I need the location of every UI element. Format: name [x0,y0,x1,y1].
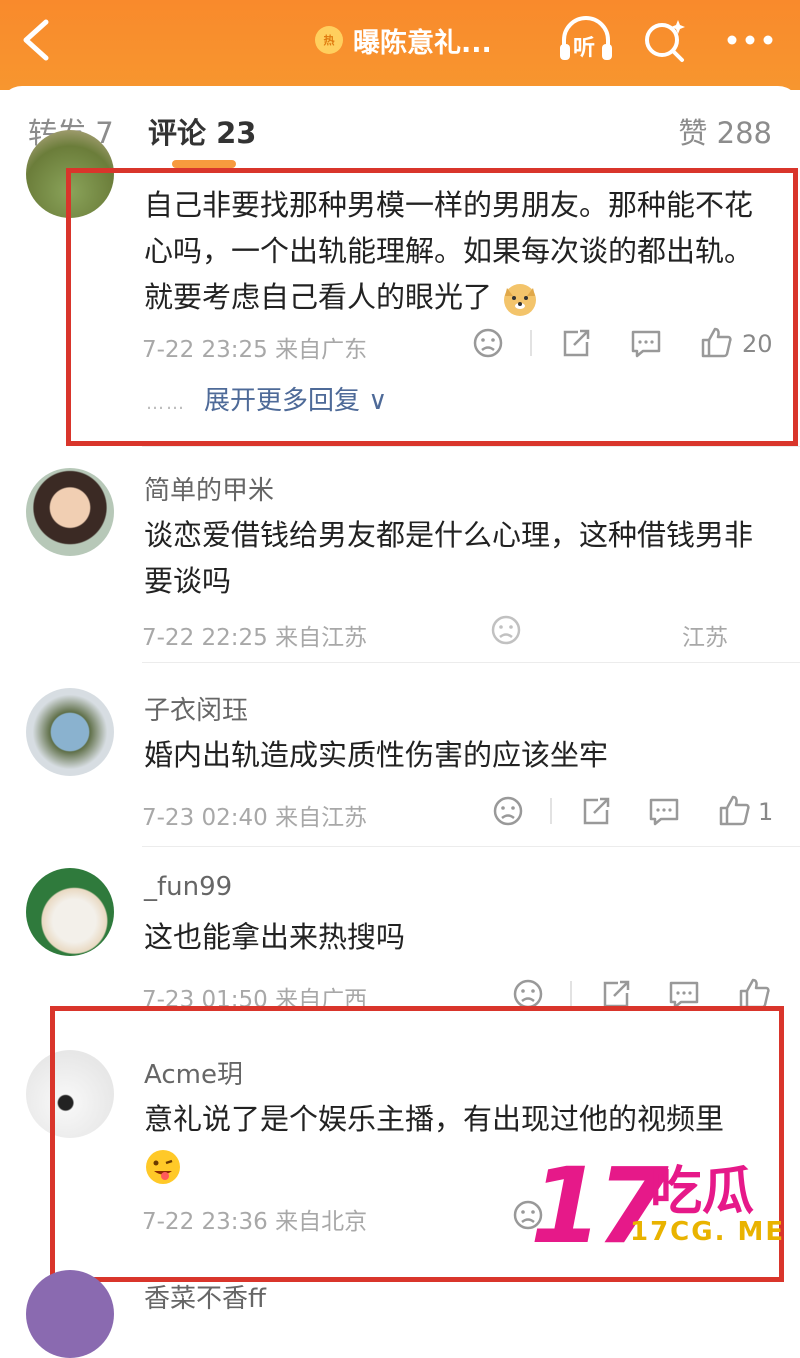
page-title: 曝陈意礼... [353,27,492,59]
like-icon[interactable] [716,793,752,829]
username[interactable]: 子衣闵珏 [144,690,248,727]
avatar[interactable] [26,688,114,776]
tab-active-indicator [172,160,236,168]
dislike-icon[interactable] [488,612,524,648]
location-overlay: 江苏 [682,625,728,651]
separator [142,446,800,447]
hot-badge-icon: 热 [315,26,343,54]
divider [550,798,552,824]
tab-comments[interactable]: 评论 23 [148,110,256,152]
comment-text: 谈恋爱借钱给男友都是什么心理，这种借钱男非要谈吗 [144,518,754,598]
tab-likes[interactable]: 赞 288 [678,110,772,152]
comment-text: 婚内出轨造成实质性伤害的应该坐牢 [144,738,609,772]
like-count: 1 [758,798,774,826]
avatar[interactable] [26,468,114,556]
username[interactable]: _fun99 [144,872,232,902]
watermark-logo: 17 吃瓜 17CG. ME [520,1145,795,1267]
divider [570,981,572,1007]
search-icon[interactable] [640,14,690,66]
listen-label: 听 [573,36,596,61]
username[interactable]: 简单的甲米 [144,470,274,507]
watermark-domain: 17CG. ME [630,1217,786,1247]
separator [142,846,800,847]
comment-meta: 7-22 22:25 来自江苏 [142,625,368,651]
dislike-icon[interactable] [490,793,526,829]
separator [142,662,800,663]
comment-text: 这也能拿出来热搜吗 [144,920,406,954]
watermark-chinese: 吃瓜 [650,1162,755,1222]
username[interactable]: 香菜不香ff [144,1278,266,1315]
listen-button[interactable]: 听 [556,14,616,66]
header-title-group[interactable]: 热 曝陈意礼... [315,20,492,60]
watermark-number: 17 [530,1145,669,1267]
comment-meta: 7-23 02:40 来自江苏 [142,805,368,831]
more-icon[interactable] [722,20,778,60]
highlight-box [66,168,798,446]
avatar[interactable] [26,868,114,956]
avatar[interactable] [26,1270,114,1358]
reply-icon[interactable] [646,793,682,829]
back-button[interactable] [18,18,58,62]
share-icon[interactable] [578,793,614,829]
